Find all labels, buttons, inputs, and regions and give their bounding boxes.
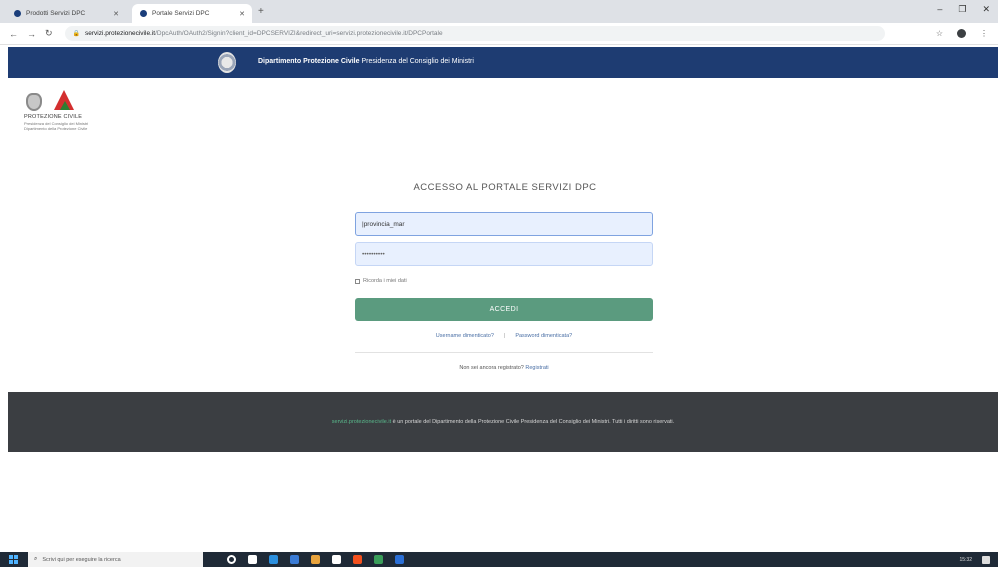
- logo-subtitle: Presidenza del Consiglio dei Ministri Di…: [24, 121, 89, 131]
- bookmark-star-icon[interactable]: ☆: [936, 29, 943, 38]
- tab-label: Prodotti Servizi DPC: [26, 10, 86, 17]
- url-path: /DpcAuth/OAuth2/Signin?client_id=DPCSERV…: [155, 30, 443, 37]
- browser-tab-inactive[interactable]: Prodotti Servizi DPC ✕: [6, 4, 126, 23]
- clock[interactable]: 15:32: [959, 557, 972, 563]
- search-icon: ⌕: [34, 556, 38, 562]
- taskbar-app-icon[interactable]: [269, 555, 278, 564]
- taskbar-app-icon[interactable]: [227, 555, 236, 564]
- profile-avatar[interactable]: [957, 29, 966, 38]
- favicon-icon: [140, 10, 147, 17]
- notification-icon[interactable]: [982, 555, 990, 564]
- department-parent: Presidenza del Consiglio dei Ministri: [359, 58, 474, 65]
- menu-kebab-icon[interactable]: ⋮: [980, 29, 988, 38]
- new-tab-icon[interactable]: +: [258, 6, 264, 17]
- department-name: Dipartimento Protezione Civile: [258, 58, 360, 65]
- taskbar-app-icon[interactable]: [290, 555, 299, 564]
- footer-copyright: è un portale del Dipartimento della Prot…: [391, 419, 675, 425]
- taskbar-app-icon[interactable]: [353, 555, 362, 564]
- maximize-icon[interactable]: ❐: [958, 4, 966, 15]
- browser-right-icons: ☆ ⋮: [936, 29, 988, 38]
- address-bar[interactable]: 🔒 servizi.protezionecivile.it /DpcAuth/O…: [64, 26, 885, 41]
- close-window-icon[interactable]: ✕: [982, 4, 990, 15]
- password-field[interactable]: ••••••••••: [355, 242, 653, 266]
- browser-tab-bar: Prodotti Servizi DPC ✕ Portale Servizi D…: [0, 0, 998, 23]
- taskbar-apps: [227, 555, 404, 564]
- taskbar-app-icon[interactable]: [311, 555, 320, 564]
- favicon-icon: [14, 10, 21, 17]
- taskbar-app-icon[interactable]: [332, 555, 341, 564]
- tab-label: Portale Servizi DPC: [152, 10, 210, 17]
- lock-icon[interactable]: 🔒: [73, 30, 80, 37]
- tab-close-icon[interactable]: ✕: [113, 10, 119, 18]
- protezione-civile-logo[interactable]: PROTEZIONE CIVILE Presidenza del Consigl…: [24, 90, 104, 150]
- window-controls: – ❐ ✕: [937, 4, 990, 15]
- login-button[interactable]: ACCEDI: [355, 298, 653, 321]
- register-link[interactable]: Registrati: [525, 365, 548, 371]
- forgot-password-link[interactable]: Password dimenticata?: [515, 333, 572, 339]
- footer-link[interactable]: servizi.protezionecivile.it: [332, 419, 391, 425]
- recovery-links: Username dimenticato? | Password dimenti…: [355, 333, 653, 339]
- back-arrow-icon[interactable]: ←: [9, 29, 18, 39]
- reload-icon[interactable]: ↻: [45, 28, 53, 39]
- remember-me[interactable]: Ricorda i miei dati: [355, 278, 407, 284]
- italian-emblem-icon: [26, 93, 42, 111]
- taskbar-app-icon[interactable]: [395, 555, 404, 564]
- taskbar-app-icon[interactable]: [248, 555, 257, 564]
- forward-arrow-icon[interactable]: →: [27, 29, 36, 39]
- logo-name: PROTEZIONE CIVILE: [24, 114, 83, 120]
- minimize-icon[interactable]: –: [937, 4, 942, 15]
- footer-text: servizi.protezionecivile.it è un portale…: [8, 419, 998, 425]
- site-footer: servizi.protezionecivile.it è un portale…: [8, 392, 998, 452]
- site-header: Dipartimento Protezione Civile Presidenz…: [8, 47, 998, 78]
- browser-tab-active[interactable]: Portale Servizi DPC ✕: [132, 4, 252, 23]
- divider: [355, 352, 653, 353]
- republic-emblem-icon: [218, 52, 236, 73]
- login-title: ACCESSO AL PORTALE SERVIZI DPC: [413, 182, 597, 193]
- link-separator: |: [503, 333, 506, 339]
- browser-toolbar: ← → ↻ 🔒 servizi.protezionecivile.it /Dpc…: [0, 23, 998, 45]
- taskbar-search[interactable]: ⌕ Scrivi qui per eseguire la ricerca: [28, 552, 203, 567]
- system-tray: 15:32: [959, 555, 990, 564]
- forgot-username-link[interactable]: Username dimenticato?: [436, 333, 494, 339]
- remember-label: Ricorda i miei dati: [363, 278, 407, 284]
- taskbar-app-icon[interactable]: [374, 555, 383, 564]
- windows-taskbar: ⌕ Scrivi qui per eseguire la ricerca 15:…: [0, 552, 998, 567]
- register-row: Non sei ancora registrato? Registrati: [355, 365, 653, 371]
- tab-close-icon[interactable]: ✕: [239, 10, 245, 18]
- department-title[interactable]: Dipartimento Protezione Civile Presidenz…: [258, 58, 474, 65]
- url-host: servizi.protezionecivile.it: [85, 30, 156, 37]
- remember-checkbox[interactable]: [355, 278, 360, 284]
- screen: Prodotti Servizi DPC ✕ Portale Servizi D…: [0, 0, 998, 567]
- username-field[interactable]: |provincia_mar: [355, 212, 653, 236]
- triangle-inner-icon: [60, 101, 70, 110]
- windows-start-icon[interactable]: [9, 555, 18, 564]
- taskbar-search-placeholder: Scrivi qui per eseguire la ricerca: [42, 556, 121, 563]
- register-prompt: Non sei ancora registrato?: [459, 365, 526, 371]
